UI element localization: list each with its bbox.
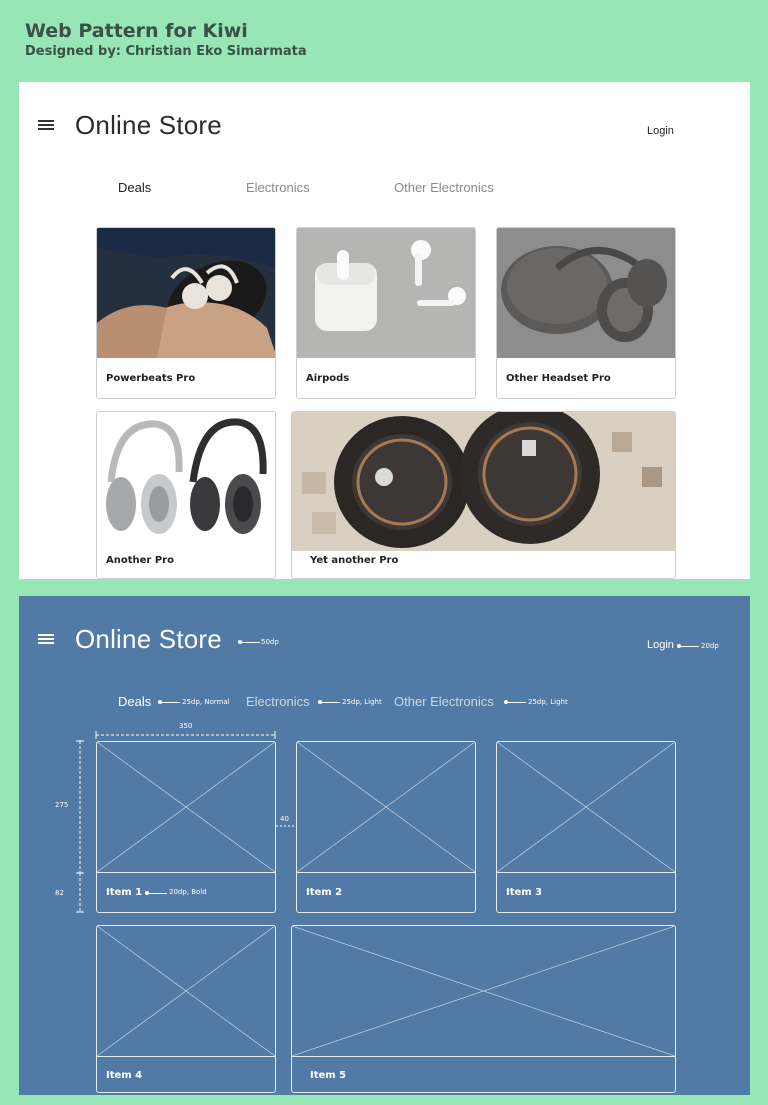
image-placeholder	[97, 742, 275, 872]
item-label: Item 1	[106, 887, 143, 898]
two-headphones-photo	[97, 412, 275, 542]
login-link[interactable]: Login	[647, 125, 674, 137]
product-label: Yet another Pro	[310, 555, 399, 566]
mockup-panel: Online Store Login Deals Electronics Oth…	[19, 82, 750, 579]
wireframe-card-2[interactable]: Item 2	[296, 741, 476, 913]
wireframe-panel: Online Store 50dp Login 20dp Deals 25dp,…	[19, 596, 750, 1095]
product-card-powerbeats[interactable]: Powerbeats Pro	[96, 227, 276, 399]
wireframe-card-3[interactable]: Item 3	[496, 741, 676, 913]
earbuds-case-photo	[97, 228, 275, 358]
product-card-airpods[interactable]: Airpods	[296, 227, 476, 399]
label-height-dimension: 82	[55, 889, 64, 897]
wireframe-card-5[interactable]: Item 5	[291, 925, 676, 1093]
wireframe-card-4[interactable]: Item 4	[96, 925, 276, 1093]
hamburger-menu-icon[interactable]	[38, 120, 54, 130]
wireframe-card-1[interactable]: Item 1 20dp, Bold	[96, 741, 276, 913]
headset-case-photo	[497, 228, 675, 358]
item-label: Item 3	[506, 887, 543, 898]
product-card-other-headset[interactable]: Other Headset Pro	[496, 227, 676, 399]
card-width-dimension: 350	[179, 722, 193, 730]
item-label: Item 5	[310, 1070, 347, 1081]
product-label: Powerbeats Pro	[106, 373, 196, 384]
store-title: Online Store	[75, 110, 222, 140]
gap-dimension: 40	[280, 815, 289, 823]
tab-other-electronics[interactable]: Other Electronics	[394, 180, 494, 195]
tab-deals[interactable]: Deals	[118, 180, 151, 195]
image-placeholder	[497, 742, 675, 872]
image-placeholder	[297, 742, 475, 872]
header-title: Web Pattern for Kiwi	[25, 20, 248, 42]
tab-electronics[interactable]: Electronics	[246, 180, 310, 195]
header-subtitle: Designed by: Christian Eko Simarmata	[25, 44, 307, 59]
product-label: Other Headset Pro	[506, 373, 611, 384]
product-label: Airpods	[306, 373, 350, 384]
item-label: Item 4	[106, 1070, 143, 1081]
headphones-closeup-photo	[292, 412, 675, 551]
product-card-yet-another-pro[interactable]: Yet another Pro	[291, 411, 676, 579]
image-placeholder	[97, 926, 275, 1056]
item-label-annotation: 20dp, Bold	[169, 888, 207, 896]
item-label: Item 2	[306, 887, 343, 898]
image-height-dimension: 275	[55, 801, 69, 809]
product-card-another-pro[interactable]: Another Pro	[96, 411, 276, 579]
airpods-photo	[297, 228, 475, 358]
product-label: Another Pro	[106, 555, 174, 566]
image-placeholder	[292, 926, 675, 1056]
